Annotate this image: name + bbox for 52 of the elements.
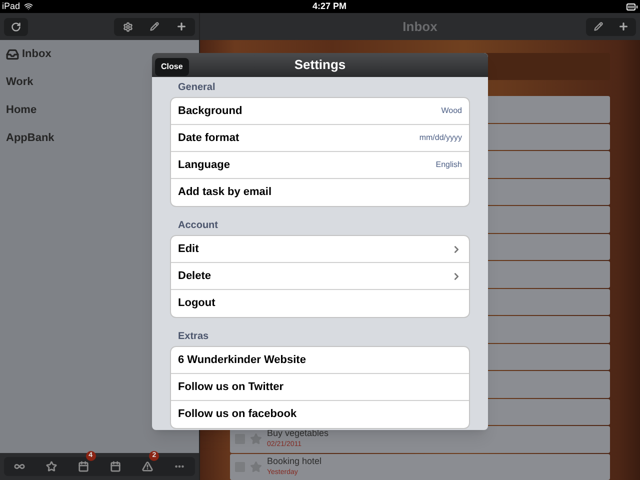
close-button[interactable]: Close [155, 58, 189, 76]
battery-icon [626, 0, 638, 12]
dialog-title: Settings [294, 56, 346, 74]
infinity-icon [14, 461, 26, 472]
setting-label: Follow us on facebook [178, 407, 298, 422]
setting-label: Edit [178, 242, 200, 257]
star-icon[interactable] [250, 460, 262, 473]
settings-row[interactable]: Add task by email [171, 179, 469, 206]
settings-row[interactable]: 6 Wunderkinder Website [171, 347, 469, 374]
inbox-icon [6, 48, 19, 60]
star-icon [46, 461, 58, 472]
calendar-icon [110, 461, 121, 472]
gear-icon [122, 22, 132, 32]
task-checkbox[interactable] [235, 434, 245, 444]
star-icon[interactable] [250, 433, 262, 446]
device-name: iPad [2, 0, 20, 13]
clock: 4:27 PM [312, 0, 347, 13]
plus-icon [618, 21, 629, 32]
setting-label: Follow us on Twitter [178, 380, 285, 395]
calendar-icon [78, 461, 90, 472]
task-title: Booking hotel [267, 456, 322, 467]
main-title: Inbox [402, 18, 438, 36]
pencil-icon [150, 22, 159, 31]
setting-label: Date format [178, 130, 240, 146]
settings-row[interactable]: Follow us on facebook [171, 401, 469, 428]
setting-label: Delete [178, 268, 212, 284]
setting-label: Add task by email [178, 185, 273, 200]
task-title: Buy vegetables [267, 428, 329, 440]
refresh-icon [11, 22, 21, 32]
warning-icon [142, 461, 153, 472]
setting-value: Wood [441, 105, 462, 117]
settings-row[interactable]: Delete [171, 263, 469, 290]
wifi-icon [24, 2, 34, 11]
settings-row[interactable]: Date format mm/dd/yyyy [171, 125, 469, 152]
section-header: Extras [177, 330, 210, 344]
settings-row[interactable]: Background Wood [171, 98, 469, 125]
section-header: General [177, 81, 216, 95]
settings-row[interactable]: Logout [171, 290, 469, 317]
refresh-button[interactable] [4, 18, 28, 36]
setting-value: mm/dd/yyyy [419, 132, 462, 144]
pencil-icon [594, 22, 603, 31]
setting-label: Logout [178, 296, 216, 312]
setting-label: Language [178, 158, 231, 173]
settings-row[interactable]: Language English [171, 152, 469, 179]
settings-row[interactable]: Follow us on Twitter [171, 374, 469, 401]
list-label: Inbox [22, 46, 52, 62]
setting-label: Background [178, 104, 244, 119]
plus-icon [176, 21, 187, 32]
settings-row[interactable]: Edit [171, 236, 469, 263]
setting-value: English [436, 159, 462, 171]
setting-label: 6 Wunderkinder Website [178, 352, 307, 368]
section-header: Account [177, 219, 219, 233]
